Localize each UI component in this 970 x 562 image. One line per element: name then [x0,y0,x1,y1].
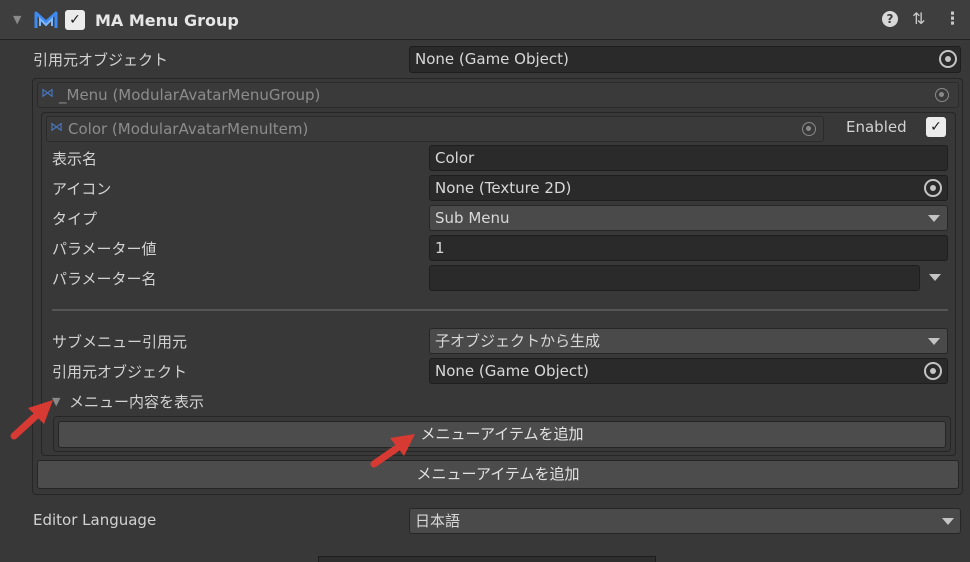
icon-field[interactable]: None (Texture 2D) [429,175,948,201]
annotation-arrow-icon [370,434,415,468]
submenu-source-value: 子オブジェクトから生成 [435,332,601,350]
object-picker-icon[interactable] [802,122,816,136]
param-value-value: 1 [435,239,445,257]
show-contents-foldout[interactable]: メニュー内容を表示 [69,391,204,412]
component-header: ▼ ✓ MA Menu Group ? ⇅ ⋮ [0,0,970,40]
param-value-input[interactable]: 1 [429,235,948,261]
chevron-down-icon[interactable] [928,338,940,345]
inner-add-menu-item-button[interactable]: メニューアイテムを追加 [58,421,946,448]
menu-group-object-header[interactable]: ⋈ _Menu (ModularAvatarMenuGroup) [37,82,959,108]
icon-value: None (Texture 2D) [435,179,572,197]
presets-icon[interactable]: ⇅ [912,9,925,28]
add-menu-item-button[interactable]: メニューアイテムを追加 [37,460,959,489]
type-value: Sub Menu [435,209,510,227]
source-object-field[interactable]: None (Game Object) [409,46,961,73]
enabled-label: Enabled [846,118,907,136]
chevron-down-icon[interactable] [928,215,940,222]
chevron-down-icon[interactable] [942,518,954,525]
display-name-input[interactable]: Color [429,145,948,171]
help-icon[interactable]: ? [882,11,898,27]
separator [52,309,948,311]
annotation-arrow-icon [10,400,53,440]
enabled-checkbox[interactable]: ✓ [926,117,946,137]
param-name-label: パラメーター名 [52,270,157,288]
component-enabled-checkbox[interactable]: ✓ [65,10,85,30]
menu-item-title: Color (ModularAvatarMenuItem) [68,120,309,138]
modular-avatar-logo-icon: ⋈ [50,120,63,135]
object-picker-icon[interactable] [935,88,949,102]
item-source-object-value: None (Game Object) [435,362,589,380]
display-name-value: Color [435,149,475,167]
item-source-object-label: 引用元オブジェクト [52,363,188,381]
type-dropdown[interactable]: Sub Menu [429,205,948,231]
foldout-arrow-icon[interactable]: ▼ [13,13,21,26]
next-component-edge [318,556,656,562]
display-name-label: 表示名 [52,150,98,168]
menu-group-title: _Menu (ModularAvatarMenuGroup) [59,86,321,104]
editor-language-dropdown[interactable]: 日本語 [409,508,961,534]
component-title: MA Menu Group [95,11,239,30]
source-object-label: 引用元オブジェクト [33,51,169,69]
modular-avatar-logo-icon: ⋈ [41,86,54,101]
chevron-down-icon[interactable] [929,274,941,281]
submenu-source-label: サブメニュー引用元 [52,333,188,351]
editor-language-value: 日本語 [415,512,461,530]
param-name-input[interactable] [429,265,920,291]
icon-label: アイコン [52,180,112,198]
modular-avatar-logo-icon [34,11,58,28]
more-options-icon[interactable]: ⋮ [944,9,961,29]
item-source-object-field[interactable]: None (Game Object) [429,358,948,384]
object-picker-icon[interactable] [924,362,942,380]
param-value-label: パラメーター値 [52,240,157,258]
editor-language-label: Editor Language [33,511,157,529]
menu-item-object-header[interactable]: ⋈ Color (ModularAvatarMenuItem) [46,116,824,142]
submenu-source-dropdown[interactable]: 子オブジェクトから生成 [429,328,948,354]
object-picker-icon[interactable] [924,179,942,197]
type-label: タイプ [52,210,98,228]
source-object-value: None (Game Object) [415,50,569,68]
object-picker-icon[interactable] [939,50,957,68]
